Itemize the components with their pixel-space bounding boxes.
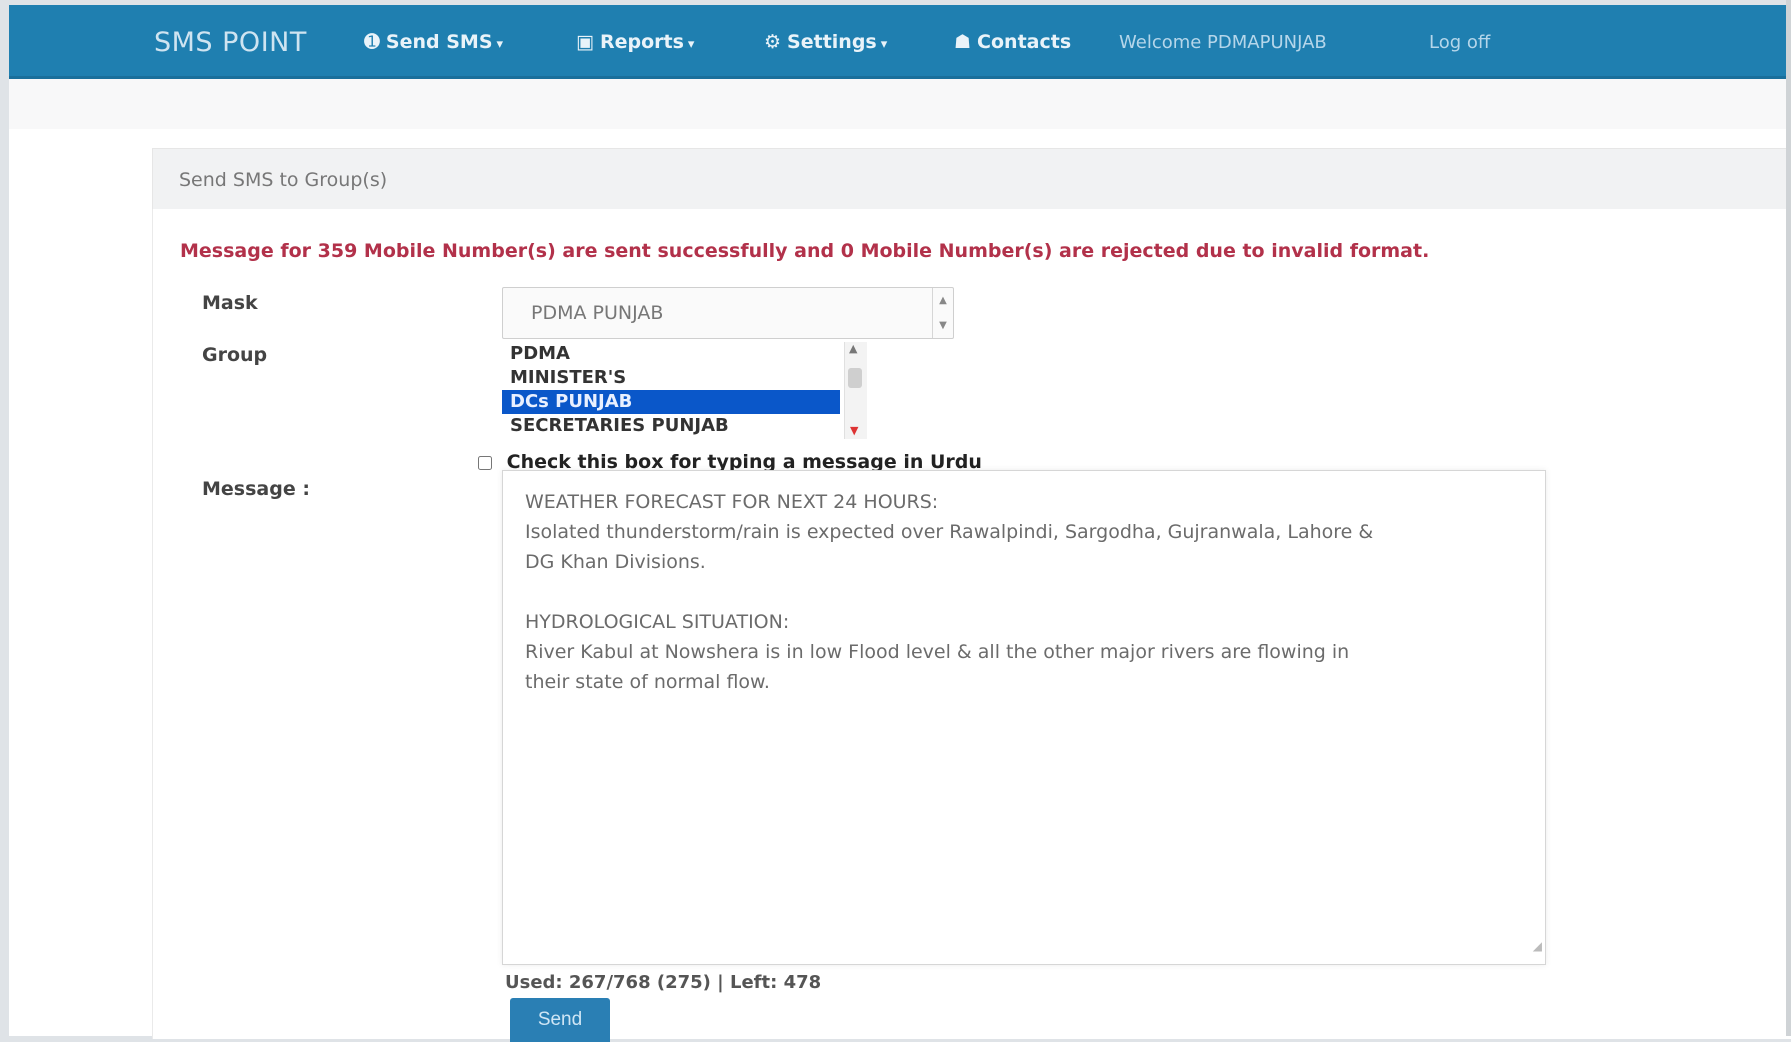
chevron-down-icon: ▾ — [880, 37, 888, 52]
chevron-down-icon: ▾ — [496, 37, 504, 52]
mask-select-value: PDMA PUNJAB — [531, 302, 664, 324]
group-option-dcs-punjab[interactable]: DCs PUNJAB — [502, 390, 840, 414]
group-option-pdma[interactable]: PDMA — [502, 342, 840, 366]
nav-send-sms[interactable]: ➊ Send SMS ▾ — [364, 31, 503, 53]
group-listbox[interactable]: PDMA MINISTER'S DCs PUNJAB SECRETARIES P… — [502, 342, 867, 439]
top-navbar: SMS POINT ➊ Send SMS ▾ ▣ Reports ▾ ⚙ Settings… — [9, 5, 1791, 79]
logout-link[interactable]: Log off — [1429, 32, 1490, 53]
message-label: Message : — [202, 478, 310, 500]
message-textarea[interactable]: WEATHER FORECAST FOR NEXT 24 HOURS: Isol… — [502, 470, 1546, 965]
chevron-up-icon: ▲ — [939, 295, 947, 306]
mask-select-spinner[interactable]: ▲ ▼ — [932, 288, 953, 338]
settings-icon: ⚙ — [764, 31, 782, 53]
message-line: River Kabul at Nowshera is in low Flood … — [525, 641, 1350, 663]
mask-select[interactable]: PDMA PUNJAB ▲ ▼ — [502, 287, 954, 339]
panel-heading: Send SMS to Group(s) — [152, 148, 1791, 210]
brand-logo[interactable]: SMS POINT — [154, 27, 307, 58]
urdu-checkbox[interactable] — [478, 455, 492, 470]
chevron-down-icon: ▼ — [939, 320, 947, 331]
character-counter: Used: 267/768 (275) | Left: 478 — [505, 972, 822, 993]
reports-icon: ▣ — [576, 31, 594, 53]
message-line: Isolated thunderstorm/rain is expected o… — [525, 521, 1374, 543]
scroll-down-icon[interactable]: ▼ — [850, 424, 858, 437]
message-line: WEATHER FORECAST FOR NEXT 24 HOURS: — [525, 491, 939, 513]
group-label: Group — [202, 344, 268, 366]
scroll-up-icon[interactable]: ▲ — [849, 342, 857, 355]
nav-settings-label: Settings — [787, 31, 877, 53]
nav-reports-label: Reports — [599, 31, 684, 53]
window-edge — [1786, 0, 1791, 1036]
nav-reports[interactable]: ▣ Reports ▾ — [576, 31, 694, 53]
message-line: their state of normal flow. — [525, 671, 770, 693]
mask-label: Mask — [202, 292, 258, 314]
message-line: HYDROLOGICAL SITUATION: — [525, 611, 790, 633]
nav-settings[interactable]: ⚙ Settings ▾ — [764, 31, 887, 53]
welcome-text: Welcome PDMAPUNJAB — [1119, 32, 1327, 53]
listbox-scrollbar[interactable]: ▲ ▼ — [844, 342, 867, 439]
contacts-icon: ☗ — [954, 31, 972, 53]
group-option-ministers[interactable]: MINISTER'S — [502, 366, 840, 390]
nav-contacts-label: Contacts — [977, 31, 1072, 53]
panel-title: Send SMS to Group(s) — [179, 169, 388, 191]
status-alert: Message for 359 Mobile Number(s) are sen… — [180, 240, 1430, 262]
send-icon: ➊ — [364, 31, 380, 53]
message-line: DG Khan Divisions. — [525, 551, 706, 573]
send-button[interactable]: Send — [510, 998, 610, 1042]
scroll-thumb[interactable] — [848, 368, 862, 388]
nav-send-sms-label: Send SMS — [385, 31, 493, 53]
resize-handle-icon[interactable]: ◢ — [1533, 931, 1542, 961]
group-option-secretaries-punjab[interactable]: SECRETARIES PUNJAB — [502, 414, 840, 438]
chevron-down-icon: ▾ — [687, 37, 695, 52]
sub-header — [9, 79, 1791, 129]
nav-contacts[interactable]: ☗ Contacts — [954, 31, 1071, 53]
